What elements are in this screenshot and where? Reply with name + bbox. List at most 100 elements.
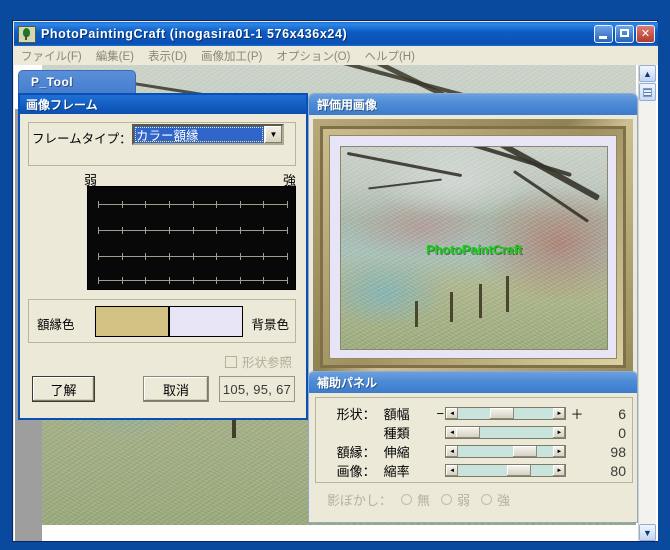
- scale-strip[interactable]: [98, 253, 288, 260]
- aux-panel-window: 補助パネル 形状： 額幅 − ◄ ► ＋ 6 種類 ◄ ► 0 額縁： 伸縮 ◄ ► 98 画像： 縮率 ◄ ► 80 …: [308, 371, 638, 523]
- cancel-button[interactable]: 取消: [143, 376, 209, 402]
- frame-type-value: カラー額縁: [134, 126, 264, 143]
- shadow-option-none-label: 無: [417, 493, 431, 508]
- slider-right-arrow-icon[interactable]: ►: [553, 465, 566, 476]
- scale-tick: [98, 227, 99, 234]
- aux-slider-group: 形状： 額幅 − ◄ ► ＋ 6 種類 ◄ ► 0 額縁： 伸縮 ◄ ► 98 画像： 縮率 ◄ ► 80: [315, 397, 633, 483]
- scale-tick: [287, 253, 288, 260]
- menu-bar: ファイル(F) 編集(E) 表示(D) 画像加工(P) オプション(O) ヘルプ…: [14, 46, 658, 65]
- scale-tick: [98, 253, 99, 260]
- frame-color-label: 額縁色: [37, 318, 75, 332]
- shadow-blur-row: 影ぼかし： 無 弱 強: [327, 490, 516, 509]
- slider-group-label: 額縁：: [336, 445, 376, 460]
- scale-tick: [168, 253, 170, 260]
- scrollbar-thumb[interactable]: [639, 83, 656, 101]
- scale-tick: [192, 201, 194, 208]
- scale-tick: [145, 227, 147, 234]
- slider-thumb[interactable]: [456, 427, 481, 438]
- close-button[interactable]: ✕: [636, 25, 655, 43]
- window-title: PhotoPaintingCraft (inogasira01-1 576x43…: [41, 27, 348, 41]
- slider-track[interactable]: [458, 408, 554, 419]
- menu-options[interactable]: オプション(O): [269, 47, 357, 65]
- scale-tick: [121, 201, 123, 208]
- slider-thumb[interactable]: [513, 446, 538, 457]
- slider-right-arrow-icon[interactable]: ►: [553, 408, 566, 419]
- scroll-down-icon[interactable]: ▼: [639, 524, 656, 541]
- scale-tick: [263, 227, 265, 234]
- scale-tick: [287, 201, 288, 208]
- vertical-scrollbar[interactable]: ▲ ▼: [638, 65, 656, 541]
- desktop: PhotoPaintingCraft (inogasira01-1 576x43…: [0, 0, 670, 550]
- menu-image-processing[interactable]: 画像加工(P): [194, 47, 269, 65]
- caption-buttons: ✕: [594, 25, 655, 43]
- slider-row: 画像： 縮率 ◄ ► 80: [316, 461, 632, 480]
- slider-right-arrow-icon[interactable]: ►: [553, 446, 566, 457]
- slider-group-label: 形状：: [336, 407, 376, 422]
- preview-image: PhotoPaintCraft: [340, 146, 608, 350]
- minimize-button[interactable]: [594, 25, 613, 43]
- menu-file[interactable]: ファイル(F): [14, 47, 89, 65]
- slider-right-arrow-icon[interactable]: ►: [553, 427, 566, 438]
- shape-reference-checkbox-row[interactable]: 形状参照: [224, 352, 292, 371]
- frame-preview-strips[interactable]: [87, 186, 296, 290]
- scale-tick: [287, 227, 288, 234]
- shadow-option-strong-label: 強: [497, 493, 511, 508]
- shape-reference-label: 形状参照: [241, 356, 292, 370]
- preview-title[interactable]: 評価用画像: [309, 94, 637, 115]
- ok-button[interactable]: 了解: [32, 376, 95, 402]
- scale-tick: [216, 227, 218, 234]
- image-frame-dialog: 画像フレーム フレームタイプ： カラー額縁 ▼ 弱 強 額縁色 背景色 形状参照…: [18, 93, 308, 420]
- scroll-up-icon[interactable]: ▲: [639, 65, 656, 82]
- scale-tick: [145, 277, 147, 284]
- scale-tick: [98, 201, 99, 208]
- rgb-value-display: 105, 95, 67: [219, 376, 295, 402]
- shadow-option-strong-radio[interactable]: [481, 494, 493, 505]
- picture-frame-outer: PhotoPaintCraft: [313, 119, 633, 375]
- picture-frame-mat: PhotoPaintCraft: [329, 135, 617, 359]
- slider-value: 98: [610, 443, 626, 460]
- slider-control[interactable]: ◄ ►: [445, 426, 567, 439]
- scale-strip[interactable]: [98, 277, 288, 284]
- shadow-option-none-radio[interactable]: [401, 494, 413, 505]
- slider-thumb[interactable]: [490, 408, 515, 419]
- slider-control[interactable]: ◄ ►: [445, 407, 567, 420]
- maximize-button[interactable]: [615, 25, 634, 43]
- slider-track[interactable]: [458, 465, 554, 476]
- menu-edit[interactable]: 編集(E): [89, 47, 141, 65]
- slider-left-arrow-icon[interactable]: ◄: [446, 446, 459, 457]
- slider-track[interactable]: [458, 446, 554, 457]
- slider-left-arrow-icon[interactable]: ◄: [446, 465, 459, 476]
- chevron-down-icon[interactable]: ▼: [264, 126, 282, 143]
- scale-strip[interactable]: [98, 201, 288, 208]
- main-titlebar[interactable]: PhotoPaintingCraft (inogasira01-1 576x43…: [14, 22, 658, 46]
- slider-track[interactable]: [456, 427, 554, 438]
- frame-type-combobox[interactable]: カラー額縁 ▼: [132, 124, 284, 145]
- background-color-label: 背景色: [251, 318, 289, 332]
- scale-tick: [145, 253, 147, 260]
- slider-name-label: 縮率: [383, 464, 410, 479]
- scale-tick: [168, 277, 170, 284]
- menu-help[interactable]: ヘルプ(H): [357, 47, 421, 65]
- aux-panel-title[interactable]: 補助パネル: [309, 372, 637, 393]
- menu-view[interactable]: 表示(D): [141, 47, 194, 65]
- scale-tick: [216, 253, 218, 260]
- slider-control[interactable]: ◄ ►: [445, 464, 567, 477]
- dialog-body: フレームタイプ： カラー額縁 ▼ 弱 強 額縁色 背景色 形状参照 了解 取消 …: [20, 114, 306, 418]
- slider-name-label: 種類: [383, 426, 410, 441]
- scale-tick: [239, 253, 241, 260]
- shadow-option-weak-radio[interactable]: [441, 494, 453, 505]
- scale-strip[interactable]: [98, 227, 288, 234]
- scale-tick: [239, 227, 241, 234]
- scale-tick: [216, 201, 218, 208]
- slider-row: 形状： 額幅 − ◄ ► ＋ 6: [316, 404, 632, 423]
- slider-control[interactable]: ◄ ►: [445, 445, 567, 458]
- dialog-title[interactable]: 画像フレーム: [20, 95, 306, 114]
- scale-tick: [192, 253, 194, 260]
- scale-tick: [145, 201, 147, 208]
- slider-thumb[interactable]: [507, 465, 532, 476]
- slider-left-arrow-icon[interactable]: ◄: [446, 408, 459, 419]
- background-color-swatch[interactable]: [170, 307, 242, 336]
- scale-tick: [121, 277, 123, 284]
- frame-color-swatch[interactable]: [96, 307, 170, 336]
- shape-reference-checkbox[interactable]: [224, 355, 237, 368]
